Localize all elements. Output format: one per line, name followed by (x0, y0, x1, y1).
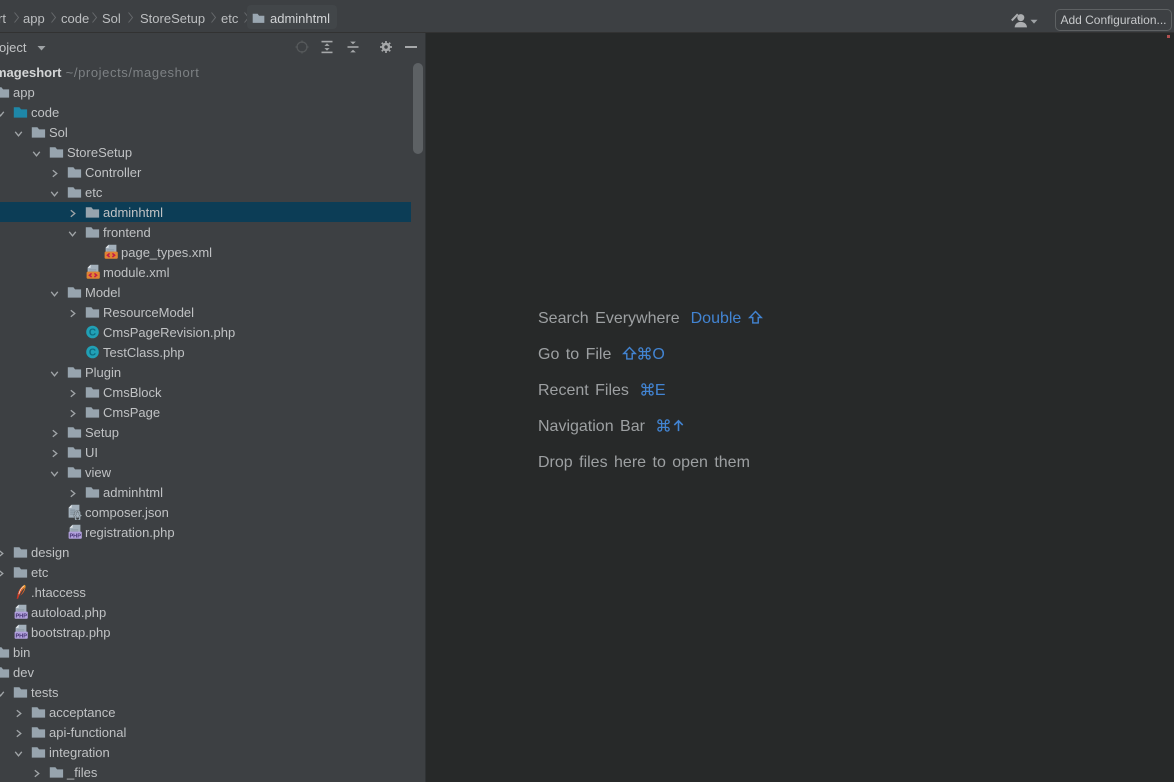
svg-text:C: C (89, 348, 96, 359)
svg-text:PHP: PHP (69, 533, 81, 539)
svg-text:C: C (89, 328, 96, 339)
svg-text:PHP: PHP (15, 613, 27, 619)
svg-text:PHP: PHP (15, 633, 27, 639)
svg-text:{}: {} (74, 510, 82, 520)
